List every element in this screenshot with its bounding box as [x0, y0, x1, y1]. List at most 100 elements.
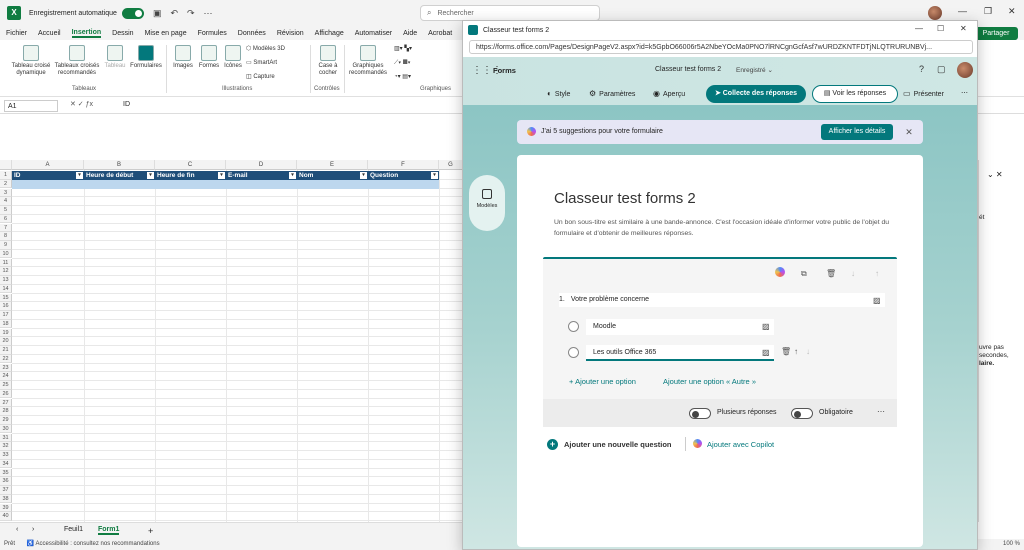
row-header[interactable]: 6 — [0, 214, 12, 224]
select-all-corner[interactable] — [0, 160, 12, 170]
row-header[interactable]: 23 — [0, 363, 12, 373]
maximize-icon[interactable]: ❐ — [984, 6, 992, 17]
column-header-f[interactable]: F — [368, 160, 439, 170]
fx-icon[interactable]: ✕ ✓ ƒx — [70, 100, 93, 108]
table-header-start[interactable]: Heure de début ▾ — [84, 171, 155, 180]
saved-status[interactable]: Enregistré ⌄ — [736, 66, 773, 74]
row-header[interactable]: 20 — [0, 337, 12, 346]
image-icon[interactable]: ▨ — [873, 296, 882, 305]
column-header-a[interactable]: A — [12, 160, 84, 170]
arrow-down-icon[interactable]: ↓ — [851, 269, 855, 278]
row-header[interactable]: 7 — [0, 223, 12, 233]
row-header[interactable]: 33 — [0, 451, 12, 460]
menu-acrobat[interactable]: Acrobat — [428, 30, 452, 37]
table-header-name[interactable]: Nom ▾ — [297, 171, 368, 180]
menu-fichier[interactable]: Fichier — [6, 30, 27, 37]
add-other-option-button[interactable]: Ajouter une option « Autre » — [663, 377, 756, 386]
add-with-copilot-button[interactable]: Ajouter avec Copilot — [693, 439, 774, 449]
row-header[interactable]: 38 — [0, 494, 12, 504]
next-sheet-icon[interactable]: › — [32, 526, 34, 533]
pivot-table-button[interactable]: Tableau croisé dynamique — [8, 45, 54, 77]
row-header[interactable]: 11 — [0, 258, 12, 268]
form-title[interactable]: Classeur test forms 2 — [554, 190, 696, 207]
column-header-e[interactable]: E — [297, 160, 368, 170]
copilot-icon[interactable] — [775, 267, 785, 277]
minimize-icon[interactable]: — — [915, 24, 923, 33]
multiple-answers-toggle[interactable] — [689, 408, 711, 419]
app-name[interactable]: Forms — [493, 66, 516, 75]
autosave-toggle[interactable] — [121, 7, 144, 19]
option-input[interactable]: Moodle ▨ — [586, 319, 774, 335]
table-header-question[interactable]: Question ▾ — [368, 171, 439, 180]
row-header[interactable]: 18 — [0, 319, 12, 329]
row-header[interactable]: 15 — [0, 293, 12, 303]
settings-button[interactable]: ⚙ Paramètres — [589, 89, 635, 98]
checkbox-button[interactable]: Case à cocher — [314, 45, 342, 77]
image-icon[interactable]: ▨ — [762, 348, 771, 357]
row-header[interactable]: 26 — [0, 389, 12, 399]
row-header[interactable]: 4 — [0, 197, 12, 206]
column-header-d[interactable]: D — [226, 160, 297, 170]
formula-input[interactable]: ID — [123, 101, 130, 108]
row-header[interactable]: 27 — [0, 398, 12, 408]
arrow-up-icon[interactable]: ↑ — [875, 269, 879, 278]
row-header[interactable]: 9 — [0, 241, 12, 250]
pie-chart-button[interactable]: ◔▾ ▤▾ — [394, 74, 411, 81]
menu-revision[interactable]: Révision — [277, 30, 304, 37]
form-subtitle[interactable]: Un bon sous-titre est similaire à une ba… — [554, 217, 904, 239]
menu-formules[interactable]: Formules — [198, 30, 227, 37]
sheet-tab-form1[interactable]: Form1 — [98, 526, 120, 535]
row-header[interactable]: 28 — [0, 407, 12, 416]
excel-search-input[interactable]: ⌕ Rechercher — [420, 5, 600, 21]
question-card[interactable]: ⧉ 🗑 ↓ ↑ 1. Votre problème concerne ▨ Mood… — [543, 257, 897, 427]
copy-icon[interactable]: ⧉ — [801, 269, 807, 279]
filter-dropdown-icon[interactable]: ▾ — [360, 172, 367, 179]
row-header[interactable]: 3 — [0, 188, 12, 198]
row-header[interactable]: 2 — [0, 179, 12, 189]
add-question-button[interactable]: + Ajouter une nouvelle question — [547, 439, 672, 450]
redo-icon[interactable]: ↷ — [187, 8, 195, 19]
arrow-down-icon[interactable]: ↓ — [806, 347, 810, 356]
style-button[interactable]: ◐ Style — [547, 89, 570, 98]
recommended-charts-button[interactable]: Graphiques recommandés — [346, 45, 390, 77]
more-icon[interactable]: ⋯ — [877, 407, 885, 416]
trash-icon[interactable]: 🗑 — [781, 347, 791, 356]
menu-automatiser[interactable]: Automatiser — [355, 30, 392, 37]
row-header[interactable]: 35 — [0, 468, 12, 478]
line-chart-button[interactable]: ⟋▾ ▦▾ — [394, 60, 411, 67]
more-icon[interactable]: ⋯ — [961, 89, 968, 97]
row-header[interactable]: 5 — [0, 206, 12, 215]
table-header-id[interactable]: ID ▾ — [12, 171, 84, 180]
filter-dropdown-icon[interactable]: ▾ — [289, 172, 296, 179]
prev-sheet-icon[interactable]: ‹ — [16, 526, 18, 533]
minimize-icon[interactable]: — — [958, 6, 967, 16]
close-icon[interactable]: ✕ — [960, 24, 967, 33]
row-header[interactable]: 16 — [0, 302, 12, 311]
table-header-email[interactable]: E-mail ▾ — [226, 171, 297, 180]
row-header[interactable]: 22 — [0, 354, 12, 364]
undo-icon[interactable]: ↶ — [170, 8, 178, 19]
row-header[interactable]: 25 — [0, 381, 12, 390]
models3d-button[interactable]: ⬡ Modèles 3D — [246, 46, 285, 53]
menu-affichage[interactable]: Affichage — [315, 30, 344, 37]
row-header[interactable]: 31 — [0, 433, 12, 443]
row-header[interactable]: 1 — [0, 171, 12, 180]
filter-dropdown-icon[interactable]: ▾ — [147, 172, 154, 179]
present-button[interactable]: ▭ Présenter — [903, 89, 944, 98]
required-toggle[interactable] — [791, 408, 813, 419]
row-header[interactable]: 10 — [0, 249, 12, 259]
arrow-up-icon[interactable]: ↑ — [794, 347, 798, 356]
name-box[interactable]: A1 — [4, 100, 58, 112]
row-header[interactable]: 32 — [0, 442, 12, 451]
row-header[interactable]: 24 — [0, 372, 12, 381]
forms-button[interactable]: Formulaires — [128, 45, 164, 70]
images-button[interactable]: Images — [170, 45, 196, 70]
status-accessibility[interactable]: Accessibilité : consultez nos recommanda… — [36, 541, 160, 547]
row-header[interactable]: 29 — [0, 416, 12, 425]
row-header[interactable]: 39 — [0, 503, 12, 513]
menu-donnees[interactable]: Données — [238, 30, 266, 37]
option-input[interactable]: Les outils Office 365 ▨ — [586, 345, 774, 361]
row-header[interactable]: 36 — [0, 477, 12, 486]
sheet-tab-feuil1[interactable]: Feuil1 — [64, 526, 83, 533]
show-details-button[interactable]: Afficher les détails — [821, 124, 893, 140]
